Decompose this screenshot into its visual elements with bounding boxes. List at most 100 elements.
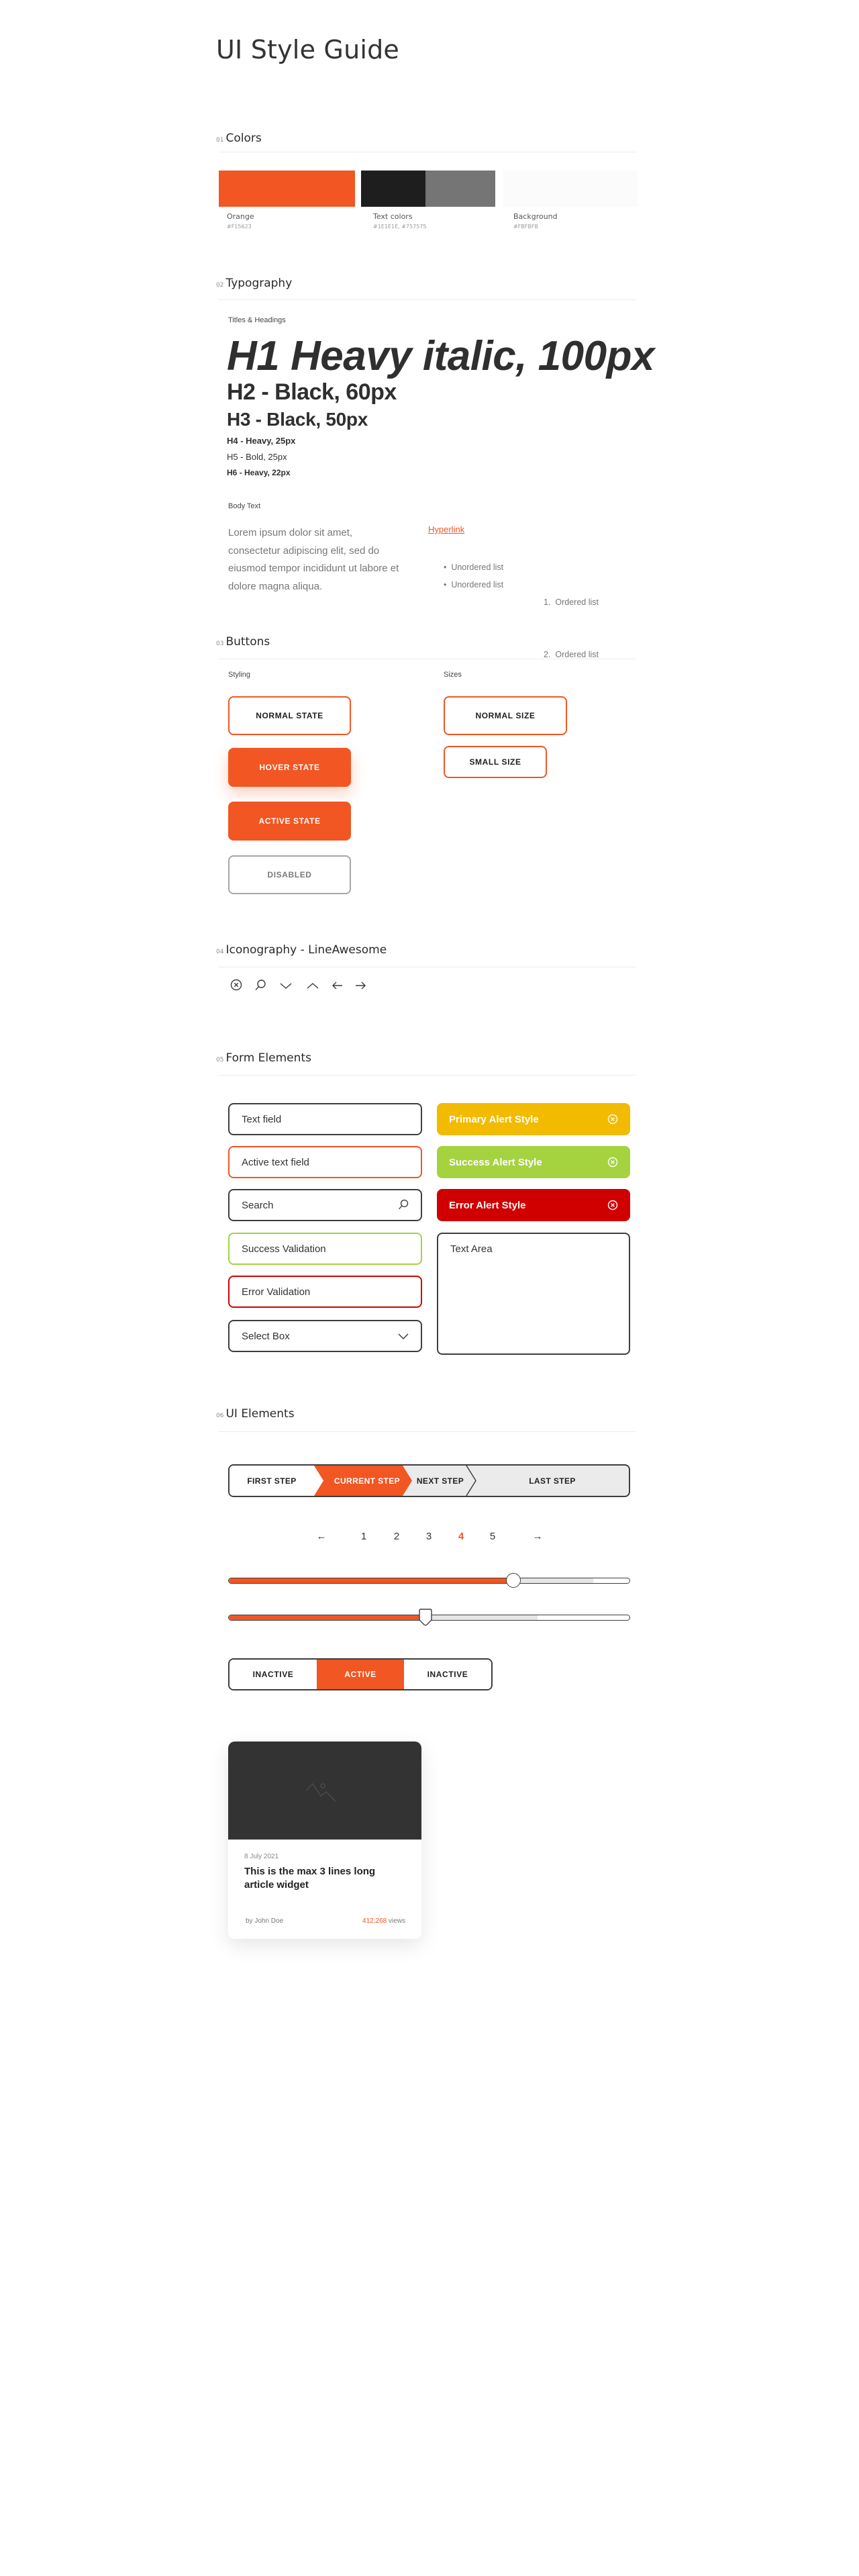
icon-showcase — [230, 979, 378, 992]
section-divider — [219, 1431, 636, 1432]
section-forms-heading: 05 Form Elements — [216, 1051, 311, 1065]
h3-sample: H3 - Black, 50px — [227, 409, 368, 430]
slider-1-track[interactable] — [228, 1578, 630, 1584]
styling-label: Styling — [228, 671, 251, 679]
list-item: 1. Ordered list — [544, 598, 599, 607]
body-text-label: Body Text — [228, 502, 261, 510]
text-area[interactable]: Text Area — [437, 1233, 630, 1355]
success-alert: Success Alert Style — [437, 1146, 630, 1178]
hover-state-button[interactable]: HOVER STATE — [228, 748, 351, 787]
progress-stepper: FIRST STEP CURRENT STEP NEXT STEP LAST S… — [228, 1464, 630, 1497]
error-validation-field[interactable]: Error Validation — [228, 1276, 422, 1308]
toggle-option[interactable]: INACTIVE — [230, 1660, 317, 1689]
slider-1-thumb[interactable] — [506, 1573, 521, 1588]
success-validation-field[interactable]: Success Validation — [228, 1233, 422, 1265]
section-number: 01 — [216, 137, 224, 144]
card-views-suffix: views — [387, 1917, 405, 1925]
pagination-page[interactable]: 3 — [422, 1531, 436, 1542]
chevron-up-icon — [307, 983, 319, 989]
h5-sample: H5 - Bold, 25px — [227, 452, 287, 462]
primary-alert: Primary Alert Style — [437, 1103, 630, 1135]
pagination-page[interactable]: 2 — [390, 1531, 403, 1542]
error-alert-text: Error Alert Style — [449, 1199, 526, 1211]
normal-size-button[interactable]: NORMAL SIZE — [444, 696, 567, 735]
step-next[interactable]: NEXT STEP — [412, 1466, 468, 1496]
pagination-page[interactable]: 1 — [357, 1531, 370, 1542]
card-date: 8 July 2021 — [244, 1853, 279, 1860]
section-title: Typography — [225, 277, 293, 290]
text-area-placeholder: Text Area — [450, 1243, 493, 1255]
titles-headings-label: Titles & Headings — [228, 316, 286, 324]
section-ui-heading: 06 UI Elements — [216, 1407, 295, 1421]
chevron-down-icon — [398, 1333, 409, 1339]
section-number: 02 — [216, 282, 224, 289]
pagination-next[interactable]: → — [531, 1531, 544, 1542]
text-field-value: Text field — [242, 1113, 282, 1125]
body-text-sample: Lorem ipsum dolor sit amet, consectetur … — [228, 527, 399, 592]
section-typography-heading: 02 Typography — [216, 277, 292, 290]
section-buttons-heading: 03 Buttons — [216, 635, 270, 649]
card-views: 412,268 views — [362, 1917, 405, 1925]
section-title: Buttons — [225, 635, 270, 649]
ordered-list: 1. Ordered list 2. Ordered list — [544, 559, 599, 681]
card-views-count: 412,268 — [362, 1917, 387, 1925]
section-title: Colors — [225, 132, 262, 145]
error-field-value: Error Validation — [242, 1286, 311, 1298]
active-text-field[interactable]: Active text field — [228, 1146, 422, 1178]
text-colors-label: Text colors — [373, 212, 413, 221]
close-circle-icon[interactable] — [607, 1157, 618, 1167]
h2-sample: H2 - Black, 60px — [227, 379, 397, 405]
slider-1-fill — [229, 1578, 513, 1583]
background-label: Background — [513, 212, 558, 221]
image-icon — [305, 1782, 336, 1802]
search-icon[interactable] — [398, 1199, 409, 1211]
toggle-option-active[interactable]: ACTIVE — [317, 1660, 404, 1689]
search-placeholder: Search — [242, 1199, 274, 1211]
background-hex: #FBFBFB — [513, 224, 538, 230]
unordered-list: • Unordered list • Unordered list — [444, 559, 503, 593]
slider-2-thumb[interactable] — [418, 1609, 432, 1626]
card-author: by John Doe — [246, 1917, 284, 1925]
orange-swatch — [219, 171, 355, 207]
close-circle-icon[interactable] — [607, 1200, 618, 1210]
pagination-page-current[interactable]: 4 — [454, 1531, 468, 1542]
toggle-option[interactable]: INACTIVE — [404, 1660, 491, 1689]
card-title[interactable]: This is the max 3 lines long article wid… — [244, 1865, 405, 1892]
h4-sample: H4 - Heavy, 25px — [227, 436, 296, 446]
arrow-right-icon — [356, 982, 366, 990]
section-number: 03 — [216, 640, 224, 647]
segmented-toggle: INACTIVE ACTIVE INACTIVE — [228, 1658, 493, 1690]
sizes-label: Sizes — [444, 671, 462, 679]
pagination-page[interactable]: 5 — [486, 1531, 499, 1542]
section-divider — [219, 299, 636, 300]
section-number: 06 — [216, 1413, 224, 1419]
chevron-down-icon — [280, 983, 292, 989]
hyperlink-sample[interactable]: Hyperlink — [428, 524, 464, 534]
step-first[interactable]: FIRST STEP — [230, 1466, 314, 1496]
bullet-icon: • — [444, 580, 452, 589]
article-card[interactable]: 8 July 2021 This is the max 3 lines long… — [228, 1742, 421, 1939]
step-current[interactable]: CURRENT STEP — [323, 1466, 411, 1496]
pagination-prev[interactable]: ← — [315, 1531, 328, 1542]
list-item: • Unordered list — [444, 563, 504, 572]
text-field[interactable]: Text field — [228, 1103, 422, 1135]
select-box-value: Select Box — [242, 1330, 290, 1342]
page-title: UI Style Guide — [216, 35, 400, 64]
close-circle-icon — [230, 979, 242, 991]
card-image-placeholder — [228, 1742, 421, 1840]
normal-state-button[interactable]: NORMAL STATE — [228, 696, 351, 735]
step-last[interactable]: LAST STEP — [476, 1466, 629, 1496]
small-size-button[interactable]: SMALL SIZE — [444, 746, 547, 778]
grey-text-swatch — [425, 171, 495, 207]
section-number: 05 — [216, 1057, 224, 1063]
active-state-button[interactable]: ACTIVE STATE — [228, 802, 351, 841]
search-input[interactable]: Search — [228, 1189, 422, 1221]
section-iconography-heading: 04 Iconography - LineAwesome — [216, 943, 387, 957]
select-box[interactable]: Select Box — [228, 1320, 422, 1352]
list-item: • Unordered list — [444, 580, 504, 589]
error-alert: Error Alert Style — [437, 1189, 630, 1221]
orange-label: Orange — [227, 212, 254, 221]
text-colors-hex: #1E1E1E, #757575 — [373, 224, 427, 230]
close-circle-icon[interactable] — [607, 1114, 618, 1125]
h6-sample: H6 - Heavy, 22px — [227, 468, 291, 477]
